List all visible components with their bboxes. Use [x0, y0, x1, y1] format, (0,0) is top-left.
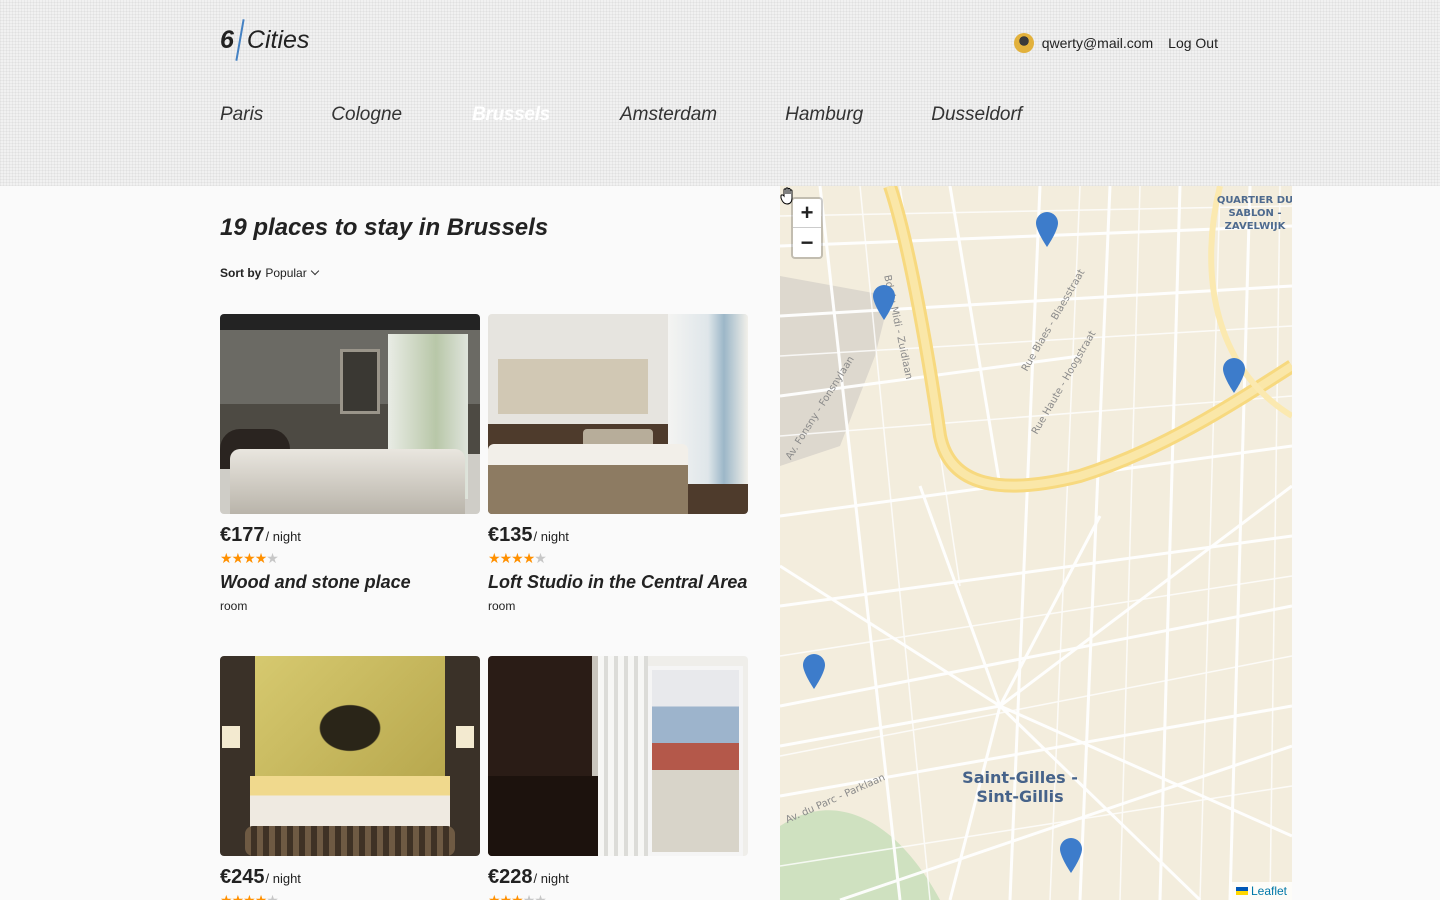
map-pin[interactable] [1222, 357, 1246, 393]
offer-type: room [220, 599, 248, 613]
price-per-night: / night [265, 529, 301, 544]
tab-label: Amsterdam [619, 104, 718, 125]
map-attribution[interactable]: Leaflet [1230, 882, 1292, 900]
sort-label: Sort by [220, 266, 262, 280]
sort-control: Sort by Popular [220, 266, 319, 280]
tab-label: Brussels [472, 104, 550, 125]
star-icon: ★ [488, 550, 501, 566]
city-map[interactable]: Bd du Midi - Zuidlaan Av. Fonsny - Fonsn… [780, 186, 1292, 900]
star-icon: ★ [522, 892, 536, 900]
star-icon: ★ [511, 550, 524, 566]
offer-price: €135 / night [488, 524, 748, 547]
star-icon: ★ [522, 550, 536, 566]
logo-six: 6 [220, 25, 234, 54]
price-value: €228 [488, 866, 533, 888]
star-icon: ★ [220, 892, 233, 900]
offer-type: room [488, 599, 516, 613]
user-nav: qwerty@mail.com Log Out [1013, 32, 1218, 54]
rating-stars: ★ ★ ★ ★ ★ [488, 551, 748, 565]
map-pin[interactable] [1059, 837, 1083, 873]
offer-name[interactable]: Loft Studio in the Central Area [488, 571, 748, 593]
logout-link[interactable]: Log Out [1168, 35, 1218, 51]
ukraine-flag-icon [1235, 887, 1248, 895]
star-icon: ★ [266, 550, 279, 566]
offer-name[interactable]: Wood and stone place [220, 571, 480, 593]
star-icon: ★ [266, 892, 279, 900]
map-pin[interactable] [1035, 211, 1059, 247]
offer-image[interactable] [488, 656, 748, 856]
sort-select[interactable]: Popular [265, 266, 306, 280]
star-icon: ★ [243, 550, 256, 566]
rating-stars: ★ ★ ★ ★ ★ [220, 893, 480, 900]
star-icon: ★ [499, 892, 513, 900]
offer-image[interactable] [220, 656, 480, 856]
user-email[interactable]: qwerty@mail.com [1042, 35, 1153, 51]
price-per-night: / night [533, 871, 569, 886]
star-icon: ★ [499, 550, 513, 566]
star-icon: ★ [511, 892, 524, 900]
offer-price: €245 / night [220, 866, 480, 889]
zoom-in-button[interactable]: + [793, 199, 821, 228]
tab-cologne[interactable]: Cologne [331, 96, 402, 134]
tab-hamburg[interactable]: Hamburg [785, 96, 863, 134]
offer-price: €177 / night [220, 524, 480, 547]
logo[interactable]: 6 Cities [220, 18, 309, 62]
offer-card: €177 / night ★ ★ ★ ★ ★ Wood and stone place … [220, 314, 480, 613]
city-tabs: Paris Cologne Brussels Amsterdam Hamburg… [220, 96, 1090, 134]
tab-label: Cologne [331, 104, 403, 125]
zoom-out-button[interactable]: − [793, 228, 821, 257]
tab-amsterdam[interactable]: Amsterdam [620, 96, 717, 134]
star-icon: ★ [231, 892, 245, 900]
star-icon: ★ [220, 550, 233, 566]
places-title: 19 places to stay in Brussels [220, 214, 549, 241]
offer-card: €135 / night ★ ★ ★ ★ ★ Loft Studio in the Ce… [488, 314, 748, 613]
tab-label: Dusseldorf [931, 104, 1023, 125]
star-icon: ★ [243, 892, 256, 900]
logo-slash [235, 19, 245, 61]
star-icon: ★ [254, 892, 268, 900]
tab-dusseldorf[interactable]: Dusseldorf [931, 96, 1022, 134]
offer-card: €228 / night ★ ★ ★ ★ ★ [488, 656, 748, 900]
chevron-down-icon[interactable] [310, 266, 319, 276]
rating-stars: ★ ★ ★ ★ ★ [488, 893, 748, 900]
star-icon: ★ [231, 550, 245, 566]
quarter-label: QUARTIER DU SABLON - ZAVELWIJK [1216, 195, 1292, 232]
price-value: €177 [220, 524, 265, 546]
star-icon: ★ [534, 550, 547, 566]
offer-image[interactable] [488, 314, 748, 514]
offer-price: €228 / night [488, 866, 748, 889]
header [0, 0, 1440, 186]
price-per-night: / night [533, 529, 569, 544]
attribution-link[interactable]: Leaflet [1251, 884, 1287, 898]
price-per-night: / night [265, 871, 301, 886]
offer-card: €245 / night ★ ★ ★ ★ ★ [220, 656, 480, 900]
zoom-control: + − [791, 197, 823, 259]
offer-image[interactable] [220, 314, 480, 514]
logo-cities: Cities [246, 25, 310, 54]
star-icon: ★ [254, 550, 268, 566]
price-value: €245 [220, 866, 265, 888]
price-value: €135 [488, 524, 533, 546]
tab-brussels[interactable]: Brussels [456, 96, 566, 134]
avatar[interactable] [1013, 33, 1034, 53]
tab-label: Hamburg [785, 104, 864, 125]
rating-stars: ★ ★ ★ ★ ★ [220, 551, 480, 565]
star-icon: ★ [534, 892, 547, 900]
tab-label: Paris [220, 104, 264, 125]
tab-paris[interactable]: Paris [220, 96, 263, 134]
star-icon: ★ [488, 892, 501, 900]
map-pin[interactable] [802, 653, 826, 689]
district-label: Saint-Gilles - Sint-Gillis [962, 768, 1078, 806]
map-pin[interactable] [872, 284, 896, 320]
